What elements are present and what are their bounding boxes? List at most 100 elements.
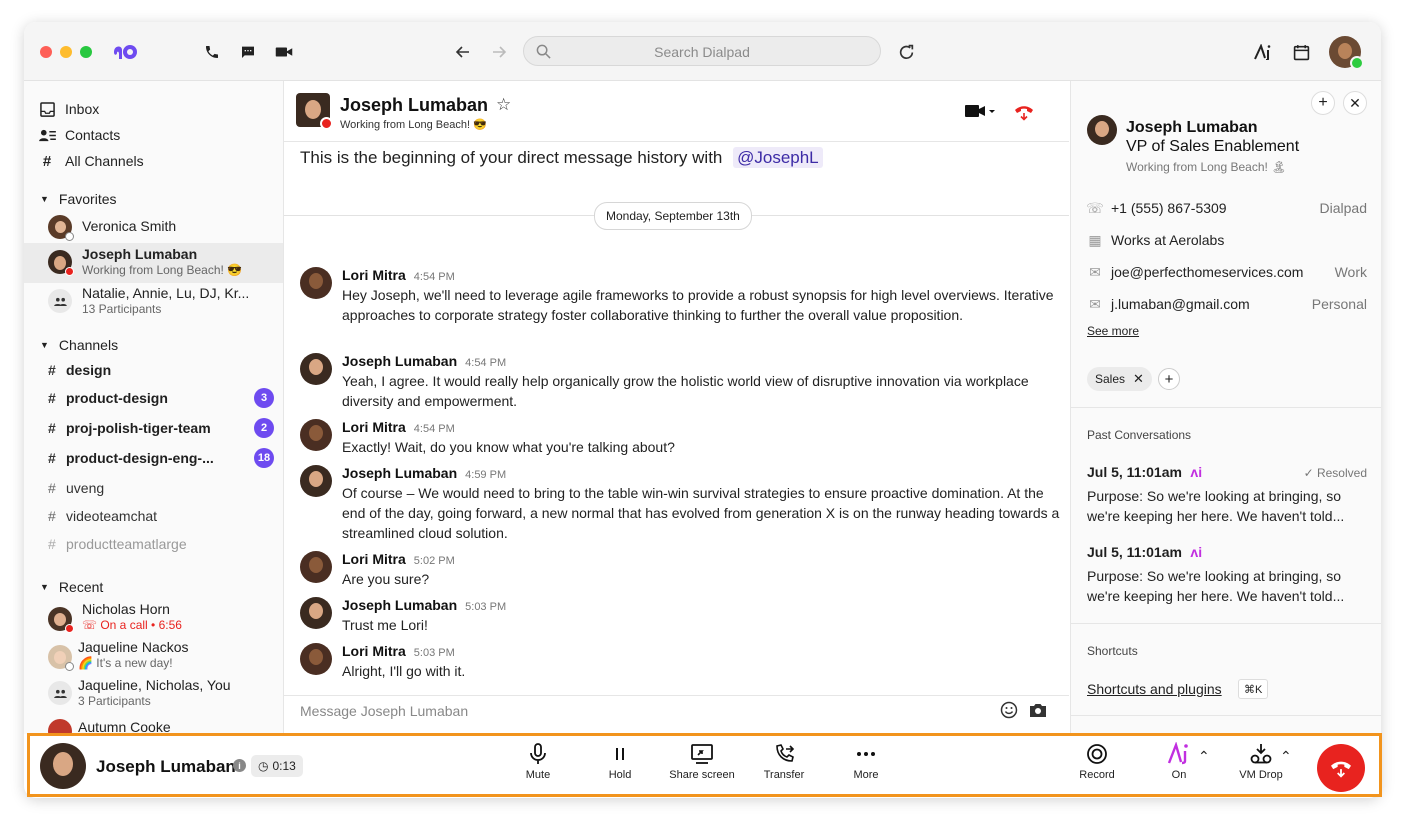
sidebar-item-inbox[interactable]: Inbox [38, 98, 99, 120]
message-text: Of course – We would need to bring to th… [342, 485, 1060, 541]
resolved-status: ✓ Resolved [1304, 466, 1367, 480]
hold-button[interactable]: Hold [585, 742, 655, 794]
message-avatar[interactable] [300, 353, 332, 385]
sidebar-item-all-channels[interactable]: # All Channels [38, 150, 144, 172]
user-avatar[interactable] [1329, 36, 1364, 70]
message-author[interactable]: Lori Mitra [342, 419, 406, 435]
recent-header[interactable]: ▼ Recent [40, 579, 103, 595]
channel-name: uveng [66, 480, 105, 496]
message-text: Trust me Lori! [342, 617, 428, 633]
avatar [48, 645, 74, 671]
message-avatar[interactable] [300, 551, 332, 583]
mute-button[interactable]: Mute [503, 742, 573, 794]
past-conversations-header: Past Conversations [1087, 428, 1192, 442]
avatar [48, 719, 72, 734]
message-avatar[interactable] [300, 465, 332, 497]
add-icon[interactable]: + [1311, 91, 1335, 115]
message-avatar[interactable] [300, 267, 332, 299]
favorites-header[interactable]: ▼ Favorites [40, 191, 117, 207]
favorite-veronica-smith[interactable]: Veronica Smith [48, 215, 278, 241]
recent-jaqueline-nackos[interactable]: Jaqueline Nackos 🌈 It's a new day! [48, 639, 278, 671]
favorite-joseph-lumaban[interactable]: Joseph Lumaban Working from Long Beach! 😎 [48, 246, 278, 277]
sidebar-item-contacts[interactable]: Contacts [38, 124, 120, 146]
app-window: Search Dialpad Inbox Contacts # All Chan… [24, 22, 1381, 798]
vm-drop-label: VM Drop [1239, 769, 1283, 781]
hangup-icon[interactable] [1014, 103, 1034, 126]
message-avatar[interactable] [300, 419, 332, 451]
more-button[interactable]: More [831, 742, 901, 794]
profile-email-personal-row[interactable]: ✉ j.lumaban@gmail.com Personal [1087, 293, 1367, 315]
channel-proj-polish-tiger-team[interactable]: # proj-polish-tiger-team 2 [48, 417, 274, 439]
past-conversation-date: Jul 5, 11:01am [1087, 544, 1182, 560]
message-time: 5:02 PM [413, 555, 455, 567]
tag-chip[interactable]: Sales ✕ [1087, 367, 1152, 391]
profile-email-work-row[interactable]: ✉ joe@perfecthomeservices.com Work [1087, 261, 1367, 283]
channel-uveng[interactable]: # uveng [48, 477, 274, 499]
recent-nicholas-horn[interactable]: Nicholas Horn ☏ On a call • 6:56 [48, 601, 278, 633]
channel-product-design-eng[interactable]: # product-design-eng-... 18 [48, 447, 274, 469]
contact-avatar[interactable] [296, 93, 333, 130]
camera-icon[interactable] [1029, 702, 1047, 723]
remove-tag-icon[interactable]: ✕ [1133, 371, 1144, 387]
mention-chip[interactable]: @JosephL [733, 147, 823, 168]
info-icon[interactable]: i [233, 759, 246, 772]
messages-icon[interactable] [237, 41, 259, 63]
message-author[interactable]: Lori Mitra [342, 551, 406, 567]
refresh-icon[interactable] [895, 41, 917, 63]
past-conversation-item[interactable]: Jul 5, 11:01am ʌi ✓ Resolved Purpose: So… [1087, 464, 1367, 526]
forward-arrow-icon[interactable] [488, 41, 510, 63]
shortcuts-link[interactable]: Shortcuts and plugins [1087, 681, 1222, 697]
channel-productteamatlarge[interactable]: # productteamatlarge [48, 533, 274, 555]
channel-design[interactable]: # design [48, 359, 274, 381]
profile-status: Working from Long Beach! 🏝 [1126, 160, 1287, 174]
hangup-icon [1331, 761, 1351, 778]
channel-product-design[interactable]: # product-design 3 [48, 387, 274, 409]
chevron-up-icon[interactable]: ⌃ [1198, 748, 1210, 765]
back-arrow-icon[interactable] [452, 41, 474, 63]
recent-group-jaqueline[interactable]: Jaqueline, Nicholas, You 3 Participants [48, 677, 278, 708]
unread-badge: 3 [254, 388, 274, 408]
close-window-button[interactable] [40, 46, 52, 58]
close-icon[interactable]: ✕ [1343, 91, 1367, 115]
chevron-up-icon[interactable]: ⌃ [1280, 748, 1292, 765]
profile-phone-row[interactable]: ☏ +1 (555) 867-5309 Dialpad [1086, 197, 1367, 219]
transfer-button[interactable]: Transfer [749, 742, 819, 794]
add-tag-icon[interactable]: + [1158, 368, 1180, 390]
phone-icon[interactable] [201, 41, 223, 63]
favorite-group-natalie[interactable]: Natalie, Annie, Lu, DJ, Kr... 13 Particip… [48, 285, 278, 316]
message-text: Are you sure? [342, 571, 430, 587]
channel-videoteamchat[interactable]: # videoteamchat [48, 505, 274, 527]
share-screen-button[interactable]: Share screen [667, 742, 737, 794]
message-avatar[interactable] [300, 643, 332, 675]
past-conversation-item[interactable]: Jul 5, 11:01am ʌi Purpose: So we're look… [1087, 544, 1367, 606]
hash-icon: # [48, 480, 56, 496]
message-author[interactable]: Joseph Lumaban [342, 353, 457, 369]
search-input[interactable]: Search Dialpad [523, 36, 881, 66]
message-composer[interactable]: Message Joseph Lumaban [284, 696, 1069, 734]
dm-intro: This is the beginning of your direct mes… [300, 147, 823, 168]
message-author[interactable]: Lori Mitra [342, 643, 406, 659]
ai-icon[interactable] [1252, 41, 1274, 63]
avatar [48, 250, 74, 276]
unread-badge: 18 [254, 448, 274, 468]
message-author[interactable]: Joseph Lumaban [342, 597, 457, 613]
microphone-icon [530, 743, 546, 764]
channel-name: product-design-eng-... [66, 450, 214, 466]
message-author[interactable]: Joseph Lumaban [342, 465, 457, 481]
channels-header[interactable]: ▼ Channels [40, 337, 118, 353]
ai-toggle-label: On [1171, 769, 1187, 781]
message-author[interactable]: Lori Mitra [342, 267, 406, 283]
maximize-window-button[interactable] [80, 46, 92, 58]
record-button[interactable]: Record [1062, 742, 1132, 794]
calendar-icon[interactable] [1290, 41, 1312, 63]
video-icon[interactable] [273, 41, 295, 63]
favorite-star-icon[interactable]: ☆ [496, 95, 511, 115]
ai-icon: ʌi [1190, 464, 1203, 480]
emoji-icon[interactable] [1000, 701, 1018, 724]
recent-autumn-cooke[interactable]: Autumn Cooke [48, 719, 278, 734]
video-call-icon[interactable] [965, 104, 999, 123]
hangup-button[interactable] [1317, 744, 1365, 792]
message-avatar[interactable] [300, 597, 332, 629]
see-more-link[interactable]: See more [1087, 324, 1139, 338]
minimize-window-button[interactable] [60, 46, 72, 58]
